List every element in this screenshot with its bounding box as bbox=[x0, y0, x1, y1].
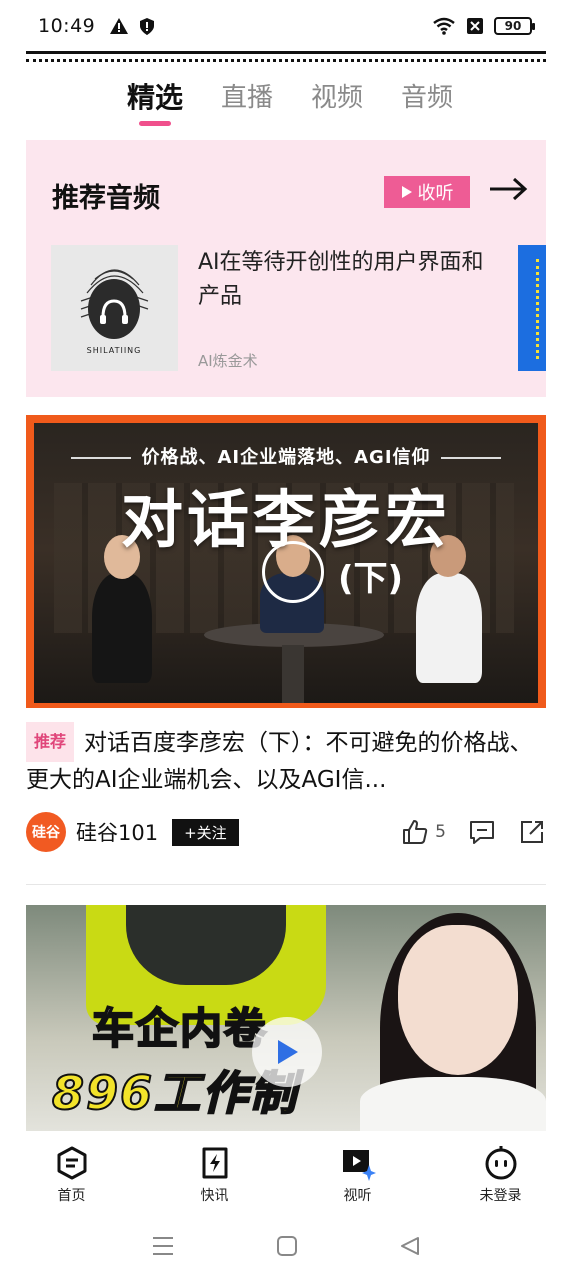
header-dotted-rule bbox=[26, 59, 546, 62]
host-figure bbox=[92, 573, 152, 683]
home-square-icon[interactable] bbox=[276, 1235, 298, 1261]
nav-media-label: 视听 bbox=[343, 1188, 372, 1204]
share-icon bbox=[521, 821, 543, 843]
nav-flash-news-label: 快讯 bbox=[200, 1188, 229, 1204]
listen-label: 收听 bbox=[417, 183, 454, 204]
wifi-icon bbox=[433, 17, 455, 35]
share-button[interactable] bbox=[518, 818, 546, 846]
battery-indicator: 90 bbox=[494, 17, 535, 35]
play-button-icon[interactable] bbox=[252, 1017, 322, 1087]
author-name[interactable]: 硅谷101 bbox=[76, 817, 158, 847]
back-triangle-icon[interactable] bbox=[399, 1235, 421, 1261]
nav-account[interactable]: 未登录 bbox=[456, 1145, 546, 1215]
table-stand-shape bbox=[282, 645, 304, 703]
play-icon bbox=[401, 186, 412, 198]
tab-featured[interactable]: 精选 bbox=[127, 72, 183, 128]
video2-headline-1: 车企内卷 bbox=[91, 1003, 269, 1054]
tab-live[interactable]: 直播 bbox=[221, 72, 273, 128]
system-navigation bbox=[0, 1215, 572, 1280]
video-thumbnail-subtitle: 价格战、AI企业端落地、AGI信仰 bbox=[34, 443, 538, 469]
comment-icon bbox=[470, 821, 494, 844]
author-avatar[interactable]: 硅谷 bbox=[26, 812, 66, 852]
status-notification-icons bbox=[109, 17, 155, 36]
status-system-icons: 90 bbox=[432, 17, 535, 35]
nav-media[interactable]: 视听 bbox=[313, 1145, 403, 1215]
nav-flash-news[interactable]: 快讯 bbox=[170, 1145, 260, 1215]
listen-button[interactable]: 收听 bbox=[384, 176, 470, 208]
nav-account-label: 未登录 bbox=[479, 1188, 522, 1204]
tab-audio[interactable]: 音频 bbox=[401, 72, 453, 128]
more-arrow-icon[interactable] bbox=[488, 174, 528, 212]
next-audio-cover-peek[interactable] bbox=[518, 245, 546, 371]
video-thumbnail-1[interactable]: 价格战、AI企业端落地、AGI信仰 对话李彦宏 (下) bbox=[26, 415, 546, 708]
feed-divider bbox=[26, 884, 546, 885]
bottom-navigation: 首页 快讯 视听 未登录 bbox=[0, 1131, 572, 1215]
play-ring-icon[interactable] bbox=[262, 541, 324, 603]
flash-news-icon bbox=[202, 1147, 227, 1179]
header-rule bbox=[26, 51, 546, 54]
thumbs-up-icon bbox=[403, 820, 428, 844]
no-sim-icon bbox=[467, 18, 483, 34]
status-time: 10:49 bbox=[38, 15, 96, 37]
like-count: 5 bbox=[435, 822, 446, 842]
comment-button[interactable] bbox=[468, 818, 496, 846]
status-bar: 10:49 90 bbox=[0, 0, 572, 52]
shield-icon bbox=[140, 17, 155, 35]
video-actions: 5 bbox=[401, 818, 546, 846]
robot-user-icon bbox=[485, 1146, 516, 1180]
recommended-audio-card: 推荐音频 收听 SHILATIING AI在等待开创性的用户界面和产品 AI炼金… bbox=[26, 140, 546, 397]
video-title[interactable]: 推荐 对话百度李彦宏（下）：不可避免的价格战、更大的AI企业端机会、以及AGI信.… bbox=[26, 722, 546, 794]
audio-item-source: AI炼金术 bbox=[198, 352, 258, 370]
presenter-shirt bbox=[360, 1077, 546, 1131]
video-title-text: 对话百度李彦宏（下）：不可避免的价格战、更大的AI企业端机会、以及AGI信... bbox=[26, 730, 533, 793]
audio-cover-image[interactable]: SHILATIING bbox=[51, 245, 178, 371]
video-thumbnail-2[interactable]: 车企内卷 896工作制 bbox=[26, 905, 546, 1131]
follow-button[interactable]: +关注 bbox=[172, 818, 239, 846]
interviewer-figure bbox=[416, 573, 482, 683]
media-icon bbox=[342, 1150, 376, 1181]
tab-video[interactable]: 视频 bbox=[311, 72, 363, 128]
presenter-face bbox=[398, 925, 518, 1075]
author-row: 硅谷 硅谷101 +关注 5 bbox=[26, 812, 546, 852]
recommend-badge: 推荐 bbox=[26, 722, 75, 762]
app-screen: 10:49 90 精选 直播 视频 音频 推荐音频 收听 SHILATIING … bbox=[0, 0, 572, 1280]
recommended-audio-title: 推荐音频 bbox=[52, 183, 160, 214]
warning-icon bbox=[110, 18, 129, 34]
home-icon bbox=[57, 1146, 86, 1180]
video-thumbnail-scene: 价格战、AI企业端落地、AGI信仰 对话李彦宏 (下) bbox=[34, 423, 538, 703]
content-tabs: 精选 直播 视频 音频 bbox=[0, 72, 572, 128]
video-thumbnail-part: (下) bbox=[338, 559, 404, 599]
audio-item-title[interactable]: AI在等待开创性的用户界面和产品 bbox=[198, 246, 498, 314]
nav-home[interactable]: 首页 bbox=[27, 1145, 117, 1215]
menu-icon[interactable] bbox=[151, 1235, 175, 1261]
like-button[interactable]: 5 bbox=[401, 818, 446, 846]
audio-cover-text: SHILATIING bbox=[87, 346, 142, 355]
nav-home-label: 首页 bbox=[57, 1188, 86, 1204]
